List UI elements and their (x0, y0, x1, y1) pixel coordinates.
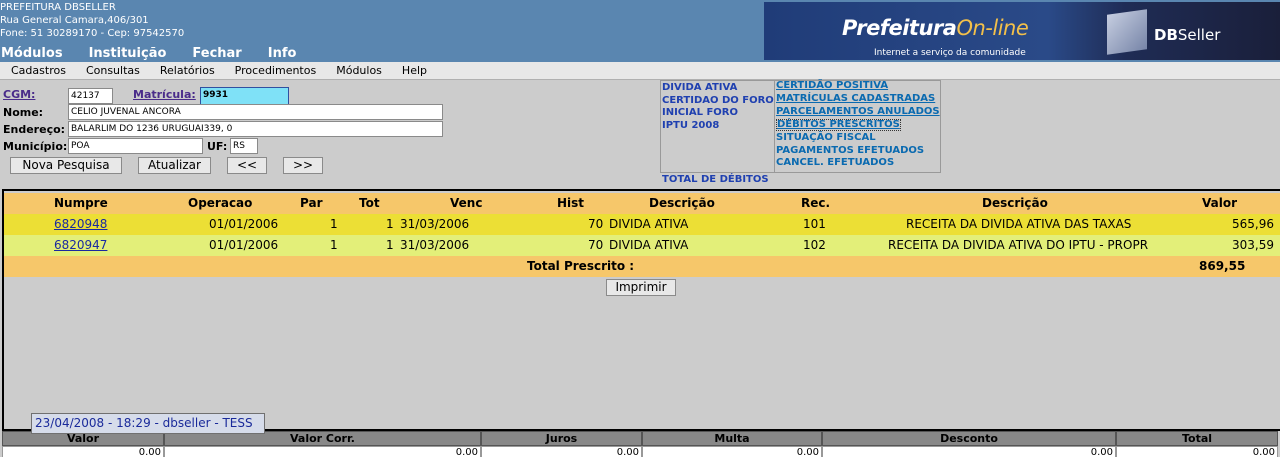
link-matriculas-cadastradas[interactable]: MATRÍCULAS CADASTRADAS (776, 93, 941, 106)
uf-input[interactable]: RS (230, 138, 258, 154)
org-info: PREFEITURA DBSELLER Rua General Camara,4… (0, 1, 184, 40)
search-form: CGM: 42137 Matrícula: 9931 Nome: CELIO J… (0, 82, 660, 190)
previous-button[interactable]: << (227, 157, 267, 174)
menubar-consultas[interactable]: Consultas (86, 64, 140, 77)
menubar-modulos[interactable]: Módulos (336, 64, 382, 77)
nova-pesquisa-button[interactable]: Nova Pesquisa (10, 157, 122, 174)
col-operacao: Operacao (188, 196, 253, 210)
col-venc: Venc (450, 196, 483, 210)
prefeitura-online-logo: PrefeituraOn-line (842, 16, 1029, 40)
uf-label: UF: (207, 140, 228, 153)
link-iptu-2008[interactable]: IPTU 2008 (662, 120, 774, 133)
menubar-relatorios[interactable]: Relatórios (160, 64, 215, 77)
org-address: Rua General Camara,406/301 (0, 15, 149, 26)
link-situacao-fiscal[interactable]: SITUAÇÃO FISCAL (776, 132, 941, 145)
link-certidao-positiva[interactable]: CERTIDÃO POSITIVA (776, 80, 941, 93)
municipio-label: Município: (3, 140, 68, 153)
link-inicial-foro[interactable]: INICIAL FORO (662, 107, 774, 120)
dbseller-logo-icon (1107, 9, 1147, 55)
banner: PrefeituraOn-line Internet a serviço da … (764, 2, 1280, 60)
table-row: 6820947 01/01/2006 1 1 31/03/2006 70 DIV… (4, 235, 1280, 256)
summary-value-desconto: 0.00 (822, 446, 1116, 457)
org-contact: Fone: 51 30289170 - Cep: 97542570 (0, 28, 185, 39)
total-label: Total Prescrito : (527, 259, 635, 273)
menubar-procedimentos[interactable]: Procedimentos (235, 64, 317, 77)
link-cancel-efetuados[interactable]: CANCEL. EFETUADOS (776, 157, 941, 170)
link-certidao-do-foro[interactable]: CERTIDAO DO FORO (662, 95, 774, 108)
col-valor: Valor (1202, 196, 1238, 210)
endereco-label: Endereço: (3, 123, 66, 136)
menu-modulos[interactable]: Módulos (1, 46, 63, 61)
summary-value-multa: 0.00 (642, 446, 822, 457)
col-descricao-receita: Descrição (982, 196, 1048, 210)
summary-header-desconto: Desconto (822, 431, 1116, 446)
link-debitos-prescritos[interactable]: DÉBITOS PRESCRITOS (776, 118, 901, 131)
summary-header-juros: Juros (481, 431, 642, 446)
matricula-input[interactable]: 9931 (200, 87, 289, 105)
debts-table: Numpre Operacao Par Tot Venc Hist Descri… (2, 189, 1280, 429)
status-tooltip: 23/04/2008 - 18:29 - dbseller - TESS (31, 413, 265, 434)
total-value: 869,55 (1199, 259, 1246, 273)
col-rec: Rec. (801, 196, 831, 210)
col-descricao: Descrição (649, 196, 715, 210)
summary-value-valor: 0.00 (2, 446, 164, 457)
summary-header-multa: Multa (642, 431, 822, 446)
menu-fechar[interactable]: Fechar (192, 46, 241, 61)
summary-value-juros: 0.00 (481, 446, 642, 457)
link-pagamentos-efetuados[interactable]: PAGAMENTOS EFETUADOS (776, 145, 941, 158)
side-links-right: CERTIDÃO POSITIVA MATRÍCULAS CADASTRADAS… (774, 80, 941, 173)
col-par: Par (300, 196, 323, 210)
link-parcelamentos-anulados[interactable]: PARCELAMENTOS ANULADOS (776, 106, 941, 119)
summary-value-valor-corr: 0.00 (164, 446, 481, 457)
municipio-input[interactable]: POA (68, 138, 203, 154)
numpre-link[interactable]: 6820947 (54, 235, 107, 256)
col-hist: Hist (557, 196, 585, 210)
print-button[interactable]: Imprimir (606, 279, 676, 296)
org-name: PREFEITURA DBSELLER (0, 2, 116, 13)
top-menu: Módulos Instituição Fechar Info (0, 46, 322, 61)
atualizar-button[interactable]: Atualizar (138, 157, 211, 174)
next-button[interactable]: >> (283, 157, 323, 174)
table-header: Numpre Operacao Par Tot Venc Hist Descri… (4, 193, 1280, 214)
menu-info[interactable]: Info (268, 46, 297, 61)
cgm-input[interactable]: 42137 (68, 88, 113, 104)
link-divida-ativa[interactable]: DIVIDA ATIVA (662, 82, 774, 95)
nome-label: Nome: (3, 106, 44, 119)
menu-instituicao[interactable]: Instituição (89, 46, 167, 61)
numpre-link[interactable]: 6820948 (54, 214, 107, 235)
app-header: PREFEITURA DBSELLER Rua General Camara,4… (0, 0, 1280, 62)
col-tot: Tot (359, 196, 380, 210)
link-total-debitos[interactable]: TOTAL DE DÉBITOS (662, 174, 769, 185)
side-links-left: DIVIDA ATIVA CERTIDAO DO FORO INICIAL FO… (662, 82, 774, 132)
nome-input[interactable]: CELIO JUVENAL ANCORA (68, 104, 443, 120)
total-row: Total Prescrito : 869,55 (4, 256, 1280, 277)
matricula-label[interactable]: Matrícula: (133, 88, 196, 101)
menubar-help[interactable]: Help (402, 64, 427, 77)
banner-tagline: Internet a serviço da comunidade (874, 48, 1026, 58)
endereco-input[interactable]: BALARLIM DO 1236 URUGUAI339, 0 (68, 121, 443, 137)
summary-header-total: Total (1116, 431, 1278, 446)
col-numpre: Numpre (54, 196, 108, 210)
table-row: 6820948 01/01/2006 1 1 31/03/2006 70 DIV… (4, 214, 1280, 235)
cgm-label[interactable]: CGM: (3, 88, 35, 101)
summary-value-total: 0.00 (1116, 446, 1278, 457)
menubar: Cadastros Consultas Relatórios Procedime… (0, 62, 1280, 80)
menubar-cadastros[interactable]: Cadastros (11, 64, 66, 77)
dbseller-logo-text: DBSeller (1154, 26, 1221, 44)
